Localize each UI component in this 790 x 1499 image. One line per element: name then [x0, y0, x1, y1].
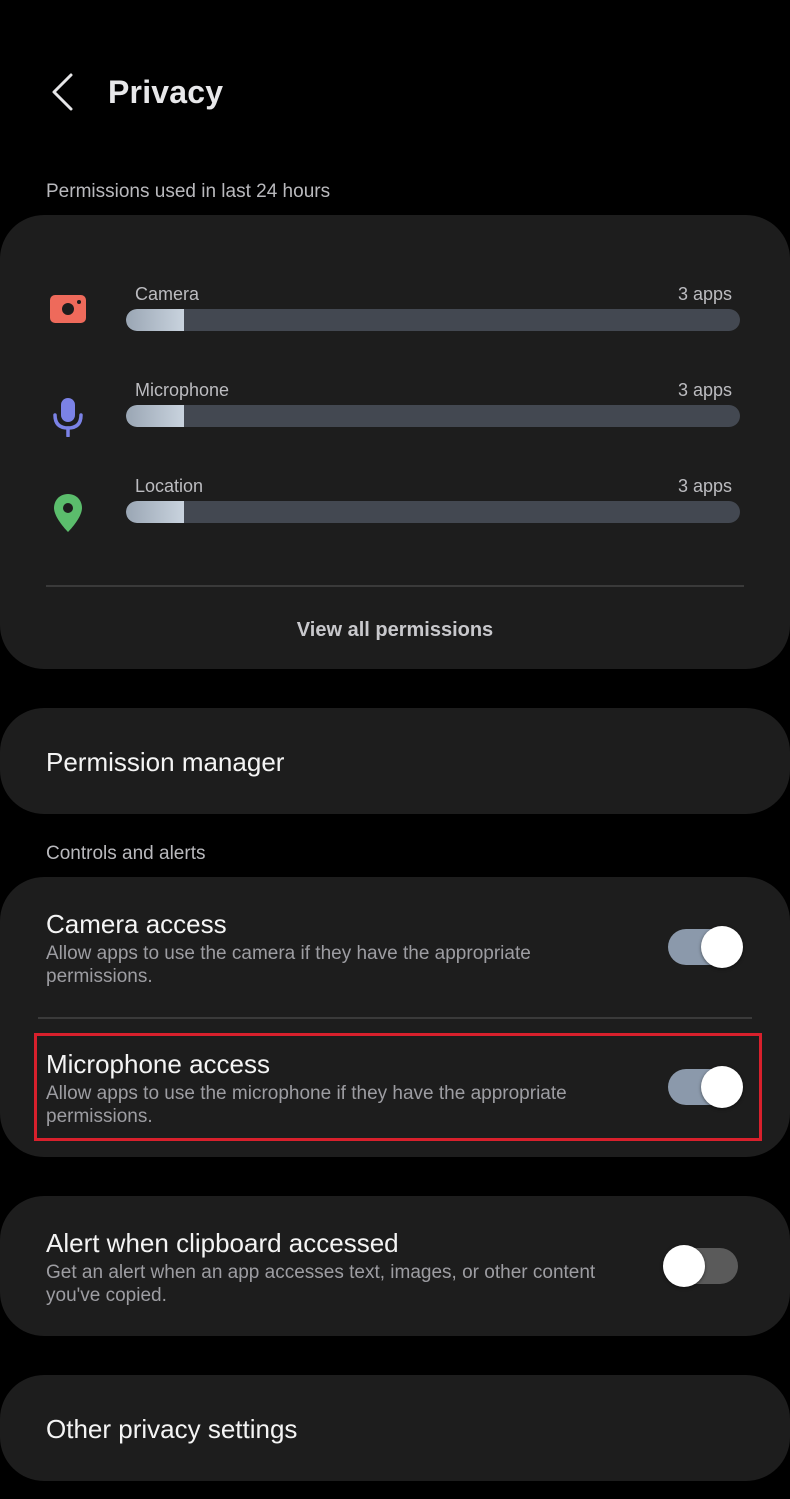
permission-manager-item[interactable]: Permission manager [0, 708, 790, 814]
usage-row-location[interactable]: Location 3 apps [0, 469, 790, 539]
chevron-left-icon [49, 72, 75, 117]
clipboard-alert-card[interactable]: Alert when clipboard accessed Get an ale… [0, 1196, 790, 1336]
usage-bar [126, 309, 740, 331]
usage-count: 3 apps [677, 284, 732, 304]
microphone-access-toggle[interactable] [668, 1066, 743, 1108]
view-all-permissions-link[interactable]: View all permissions [0, 619, 790, 642]
controls-section-label: Controls and alerts [46, 843, 206, 864]
usage-bar-fill [126, 501, 185, 523]
usage-section-label: Permissions used in last 24 hours [46, 181, 331, 202]
microphone-access-row[interactable]: Microphone access Allow apps to use the … [0, 1037, 790, 1147]
divider [38, 1017, 752, 1019]
usage-bar [126, 501, 740, 523]
controls-card: Camera access Allow apps to use the came… [0, 877, 790, 1157]
usage-count: 3 apps [677, 476, 732, 496]
usage-bar-fill [126, 309, 185, 331]
camera-access-row[interactable]: Camera access Allow apps to use the came… [0, 897, 790, 1007]
usage-label: Camera [135, 284, 200, 304]
permission-manager-label: Permission manager [46, 747, 285, 777]
usage-label: Microphone [135, 380, 230, 400]
back-button[interactable] [32, 62, 92, 126]
camera-icon [46, 287, 90, 331]
clipboard-alert-description: Get an alert when an app accesses text, … [46, 1262, 596, 1306]
microphone-access-title: Microphone access [46, 1049, 270, 1079]
divider [46, 585, 744, 587]
usage-row-camera[interactable]: Camera 3 apps [0, 277, 790, 347]
microphone-access-description: Allow apps to use the microphone if they… [46, 1083, 567, 1127]
permission-usage-card: Camera 3 apps Microphone 3 apps Location… [0, 215, 790, 669]
usage-count: 3 apps [677, 380, 732, 400]
other-privacy-settings-label: Other privacy settings [46, 1414, 298, 1444]
microphone-icon [46, 395, 90, 439]
usage-row-microphone[interactable]: Microphone 3 apps [0, 373, 790, 443]
location-pin-icon [46, 491, 90, 535]
camera-access-toggle[interactable] [668, 926, 743, 968]
toggle-knob [663, 1245, 705, 1287]
usage-bar-fill [126, 405, 185, 427]
usage-label: Location [135, 476, 204, 496]
toggle-knob [701, 1066, 743, 1108]
other-privacy-settings-item[interactable]: Other privacy settings [0, 1375, 790, 1481]
clipboard-alert-title: Alert when clipboard accessed [46, 1228, 399, 1258]
camera-access-description: Allow apps to use the camera if they hav… [46, 943, 531, 987]
page-title: Privacy [108, 74, 224, 110]
camera-access-title: Camera access [46, 909, 227, 939]
toggle-knob [701, 926, 743, 968]
clipboard-alert-toggle[interactable] [663, 1245, 738, 1287]
usage-bar [126, 405, 740, 427]
